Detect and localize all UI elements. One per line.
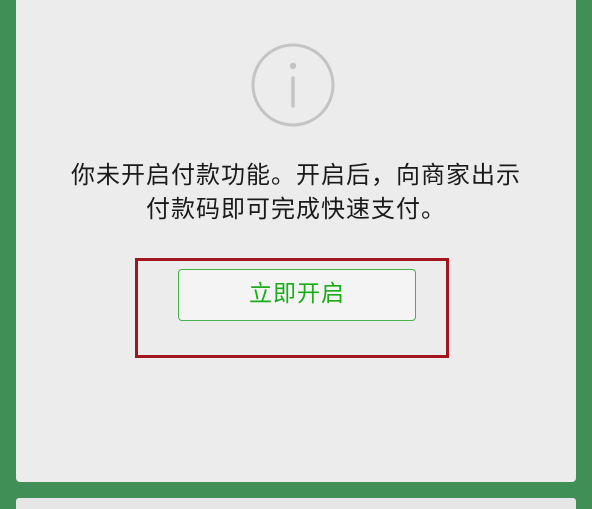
payment-disabled-message: 你未开启付款功能。开启后，向商家出示 付款码即可完成快速支付。 [0,158,592,226]
payment-screen: 你未开启付款功能。开启后，向商家出示 付款码即可完成快速支付。 立即开启 [0,0,592,509]
message-line-2: 付款码即可完成快速支付。 [146,195,446,223]
info-icon [251,43,335,127]
message-line-1: 你未开启付款功能。开启后，向商家出示 [71,161,521,189]
bottom-card-edge [16,498,576,509]
enable-now-button[interactable]: 立即开启 [178,269,416,321]
